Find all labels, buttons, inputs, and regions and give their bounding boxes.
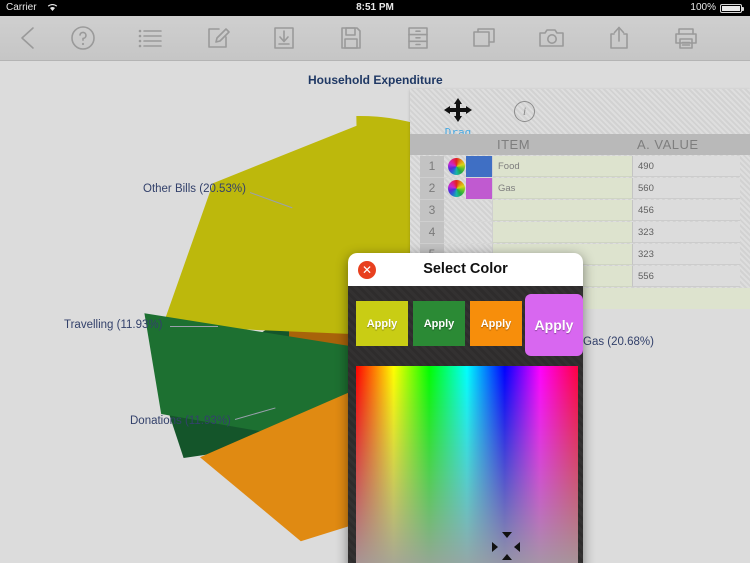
color-swatch[interactable]: [466, 178, 492, 199]
edit-button[interactable]: [193, 22, 243, 54]
floppy-disk-icon: [341, 27, 361, 49]
select-color-dialog: Select Color ✕ Apply Apply Apply Apply: [348, 253, 583, 563]
print-button[interactable]: [661, 22, 711, 54]
chevron-left-icon: [21, 27, 34, 49]
color-wheel-icon[interactable]: [448, 158, 465, 175]
color-wheel-icon[interactable]: [448, 180, 465, 197]
close-icon[interactable]: ✕: [358, 261, 376, 279]
pencil-square-icon: [208, 28, 230, 48]
printer-icon: [675, 28, 697, 49]
leader-line-travelling: [170, 326, 218, 327]
cell-value[interactable]: 556: [632, 266, 740, 287]
row-color-cell[interactable]: [444, 178, 492, 200]
pie-label-other-bills: Other Bills (20.53%): [143, 183, 246, 195]
camera-button[interactable]: [527, 22, 577, 54]
save-button[interactable]: [326, 22, 376, 54]
status-bar: Carrier 8:51 PM 100%: [0, 0, 750, 16]
cell-value[interactable]: 323: [632, 222, 740, 243]
dialog-titlebar: Select Color ✕: [348, 253, 583, 286]
color-swatch[interactable]: [466, 156, 492, 177]
dialog-title: Select Color: [423, 261, 508, 277]
table-row[interactable]: 1 Food 490: [410, 156, 750, 178]
pie-label-gas: Gas (20.68%): [583, 336, 654, 348]
row-color-cell[interactable]: [444, 222, 492, 244]
duplicate-button[interactable]: [459, 22, 509, 54]
battery-fill: [722, 6, 740, 11]
copy-windows-icon: [473, 28, 495, 47]
saturation-gradient-layer: [356, 366, 578, 563]
color-crosshair-cursor[interactable]: [492, 532, 520, 560]
status-time: 8:51 PM: [356, 2, 394, 13]
header-color-cell: [444, 134, 492, 155]
info-circle-icon[interactable]: i: [514, 101, 535, 122]
cell-value[interactable]: 456: [632, 200, 740, 221]
pie-label-travelling: Travelling (11.93%): [64, 319, 163, 331]
download-box-icon: [274, 27, 294, 49]
cell-item[interactable]: Food: [492, 156, 632, 177]
chart-canvas: Household Expenditure Other Bills (20.53…: [0, 61, 750, 563]
crosshair-bottom-arrow: [502, 554, 512, 560]
crosshair-left-arrow: [492, 542, 498, 552]
column-header-value: A. VALUE: [632, 134, 740, 155]
list-bullets-icon: [138, 29, 162, 48]
row-color-cell[interactable]: [444, 156, 492, 178]
header-row-num: [420, 134, 444, 155]
pie-label-donations: Donations (11.93%): [130, 415, 231, 427]
table-row[interactable]: 4 323: [410, 222, 750, 244]
share-button[interactable]: [594, 22, 644, 54]
question-mark-circle-icon: [71, 26, 95, 50]
row-number: 2: [420, 178, 444, 200]
hue-saturation-picker[interactable]: [356, 366, 578, 563]
row-number: 4: [420, 222, 444, 244]
cell-item[interactable]: [492, 222, 632, 243]
toolbar: [0, 16, 750, 61]
table-row[interactable]: 2 Gas 560: [410, 178, 750, 200]
archive-button[interactable]: [393, 22, 443, 54]
move-arrows-icon: [444, 98, 472, 122]
apply-button-selected[interactable]: Apply: [525, 294, 583, 356]
table-header-row: ITEM A. VALUE: [410, 134, 750, 155]
apply-button-3[interactable]: Apply: [470, 301, 522, 346]
cell-value[interactable]: 560: [632, 178, 740, 199]
share-up-arrow-icon: [610, 26, 628, 49]
crosshair-right-arrow: [514, 542, 520, 552]
battery-icon: [720, 4, 744, 13]
cell-value[interactable]: 323: [632, 244, 740, 265]
drag-handle[interactable]: Drag: [438, 97, 478, 139]
row-number: 3: [420, 200, 444, 222]
row-color-cell[interactable]: [444, 200, 492, 222]
chart-title: Household Expenditure: [308, 73, 443, 87]
help-button[interactable]: [58, 22, 108, 54]
camera-icon: [539, 29, 564, 47]
table-row[interactable]: 3 456: [410, 200, 750, 222]
dialog-body: Apply Apply Apply Apply: [348, 286, 583, 563]
row-number: 1: [420, 156, 444, 178]
back-button[interactable]: [3, 22, 53, 54]
cell-item[interactable]: Gas: [492, 178, 632, 199]
import-button[interactable]: [259, 22, 309, 54]
file-cabinet-icon: [408, 27, 428, 49]
crosshair-top-arrow: [502, 532, 512, 538]
cell-item[interactable]: [492, 200, 632, 221]
apply-button-1[interactable]: Apply: [356, 301, 408, 346]
column-header-item: ITEM: [492, 134, 632, 155]
list-button[interactable]: [126, 22, 176, 54]
apply-button-2[interactable]: Apply: [413, 301, 465, 346]
battery-percent-label: 100%: [690, 2, 716, 13]
cell-value[interactable]: 490: [632, 156, 740, 177]
